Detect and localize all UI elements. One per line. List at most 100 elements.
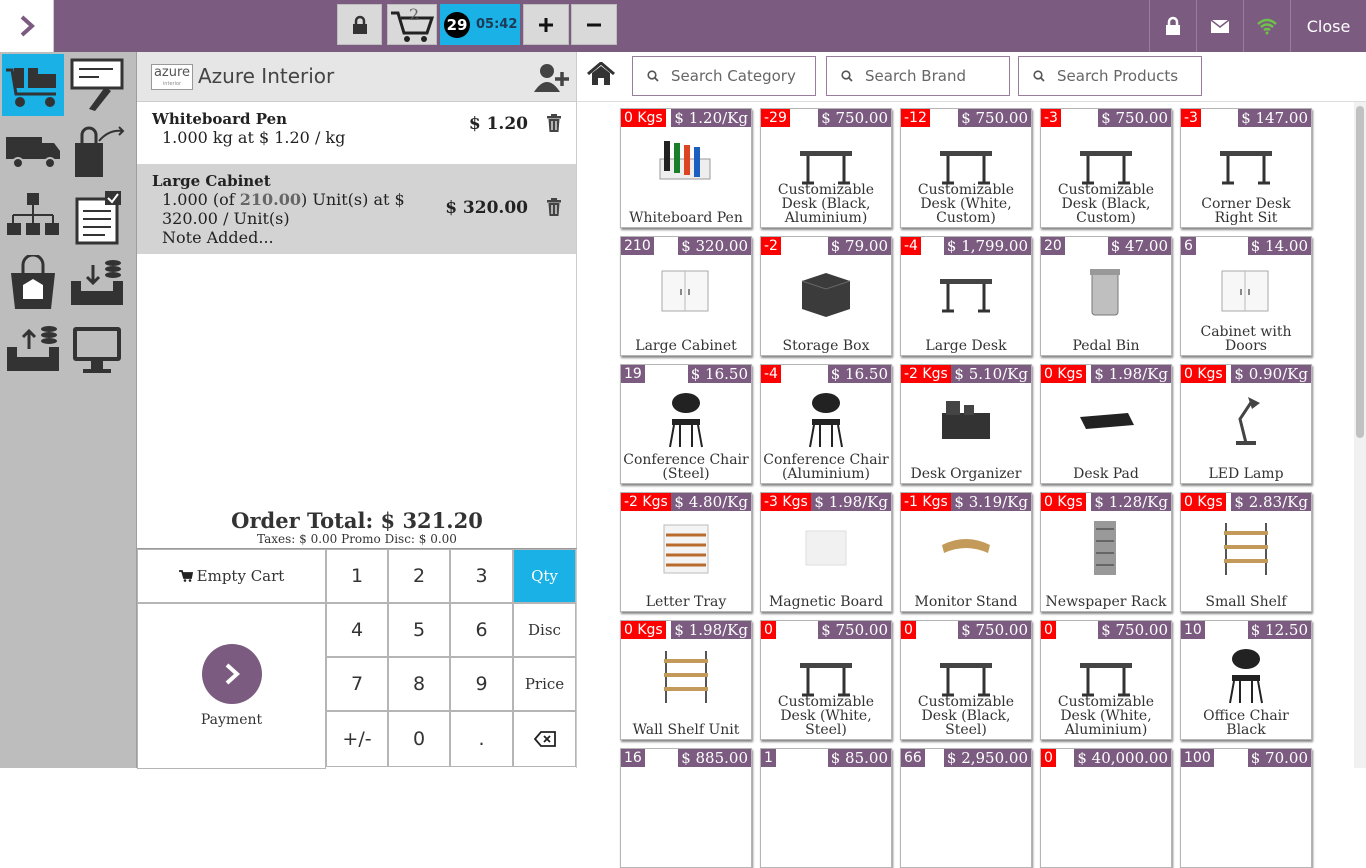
product-card[interactable]: -2 Kgs $ 4.80/Kg Letter Tray [620,492,752,612]
product-stock-badge: 0 Kgs [621,621,666,639]
menu-notes[interactable] [66,54,128,116]
product-card[interactable]: 0 $ 750.00 Customizable Desk (White, Steel… [760,620,892,740]
product-stock-badge: 0 [1041,621,1056,639]
product-card[interactable]: 0 Kgs $ 1.98/Kg Desk Pad [1040,364,1172,484]
product-card[interactable]: -3 Kgs $ 1.98/Kg Magnetic Board [760,492,892,612]
lock-screen-button[interactable] [337,4,382,45]
close-button[interactable]: Close [1290,0,1366,52]
product-card[interactable]: 210 $ 320.00 Large Cabinet [620,236,752,356]
product-card[interactable]: 0 Kgs $ 1.98/Kg Wall Shelf Unit [620,620,752,740]
numpad-key-7[interactable]: 7 [326,657,388,711]
product-stock-badge: 0 Kgs [1181,365,1226,383]
product-card[interactable]: 0 Kgs $ 1.20/Kg Whiteboard Pen [620,108,752,228]
menu-checklist[interactable] [66,186,128,248]
product-stock-badge: -2 Kgs [621,493,671,511]
lock-button[interactable] [1149,0,1196,52]
product-name: Large Desk [925,338,1007,354]
shelf-image [621,643,751,709]
product-stock-badge: 19 [621,365,645,383]
product-card[interactable]: 0 $ 750.00 Customizable Desk (White, Alumi… [1040,620,1172,740]
menu-cash-out[interactable] [2,318,64,380]
product-price-tag: $ 750.00 [1098,109,1171,127]
numpad-key-1[interactable]: 1 [326,549,388,603]
menu-bag-return[interactable] [66,120,128,182]
messages-button[interactable] [1196,0,1243,52]
product-card[interactable]: 16 $ 885.00 [620,748,752,868]
order-line[interactable]: Whiteboard Pen 1.000 kg at $ 1.20 / kg $… [137,102,576,164]
product-card[interactable]: 0 Kgs $ 2.83/Kg Small Shelf [1180,492,1312,612]
payment-button[interactable]: Payment [137,603,326,769]
menu-shopping-bag[interactable] [2,252,64,314]
numpad-key-2[interactable]: 2 [388,549,450,603]
product-price-tag: $ 3.19/Kg [951,493,1031,511]
cabinet-image [1181,259,1311,325]
delete-line-button[interactable] [546,198,562,220]
delete-order-button[interactable] [571,4,617,45]
backspace-button[interactable] [513,711,576,767]
product-card[interactable]: -12 $ 750.00 Customizable Desk (White, Cus… [900,108,1032,228]
product-name: Customizable Desk (White, Custom) [917,182,1015,226]
product-price-tag: $ 1.20/Kg [671,109,751,127]
product-card[interactable]: -1 Kgs $ 3.19/Kg Monitor Stand [900,492,1032,612]
toggle-sidebar-button[interactable] [0,0,54,52]
product-scrollbar[interactable] [1354,102,1366,768]
cabinet-image [621,259,751,325]
product-card[interactable]: 0 Kgs $ 0.90/Kg LED Lamp [1180,364,1312,484]
menu-cash-in[interactable] [66,252,128,314]
product-card[interactable]: 1 $ 85.00 [760,748,892,868]
add-customer-button[interactable] [534,62,570,96]
cash-in-icon [71,260,123,305]
product-card[interactable]: 0 Kgs $ 1.28/Kg Newspaper Rack [1040,492,1172,612]
product-card[interactable]: -3 $ 147.00 Corner Desk Right Sit [1180,108,1312,228]
product-card[interactable]: -29 $ 750.00 Customizable Desk (Black, Alu… [760,108,892,228]
product-stock-badge: 0 Kgs [1181,493,1226,511]
cart-button[interactable]: 2 [387,4,437,45]
product-price-tag: $ 5.10/Kg [951,365,1031,383]
search-category-input[interactable]: Search Category [632,56,816,96]
product-card[interactable]: 0 $ 750.00 Customizable Desk (Black, Steel… [900,620,1032,740]
customer-name[interactable]: Azure Interior [198,64,334,88]
new-order-button[interactable] [523,4,569,45]
product-card[interactable]: -3 $ 750.00 Customizable Desk (Black, Cust… [1040,108,1172,228]
home-category-button[interactable] [587,61,615,90]
product-price-tag: $ 320.00 [678,237,751,255]
numpad: Empty Cart Payment 1 2 3 Qty 4 5 6 Disc … [137,548,577,769]
numpad-key-3[interactable]: 3 [450,549,513,603]
mode-qty-button[interactable]: Qty [513,549,576,603]
menu-hierarchy[interactable] [2,186,64,248]
chair-image [761,387,891,453]
numpad-key-4[interactable]: 4 [326,603,388,657]
numpad-key-9[interactable]: 9 [450,657,513,711]
product-name: LED Lamp [1208,466,1284,482]
product-card[interactable]: 20 $ 47.00 Pedal Bin [1040,236,1172,356]
numpad-key-6[interactable]: 6 [450,603,513,657]
product-card[interactable]: 100 $ 70.00 [1180,748,1312,868]
empty-cart-button[interactable]: Empty Cart [137,549,326,603]
product-card[interactable]: -4 $ 16.50 Conference Chair (Aluminium) [760,364,892,484]
product-card[interactable]: 10 $ 12.50 Office Chair Black [1180,620,1312,740]
product-card[interactable]: -2 Kgs $ 5.10/Kg Desk Organizer [900,364,1032,484]
product-card[interactable]: 66 $ 2,950.00 [900,748,1032,868]
connection-status[interactable] [1243,0,1290,52]
product-card[interactable]: -2 $ 79.00 Storage Box [760,236,892,356]
numpad-key-dot[interactable]: . [450,711,513,767]
search-brand-input[interactable]: Search Brand [826,56,1010,96]
menu-display[interactable] [66,318,128,380]
search-products-input[interactable]: Search Products [1018,56,1202,96]
mode-disc-button[interactable]: Disc [513,603,576,657]
current-order-button[interactable]: 29 05:42 [440,4,520,45]
numpad-key-plus-minus[interactable]: +/- [326,711,388,767]
order-line-selected[interactable]: Large Cabinet 1.000 (of 210.00) Unit(s) … [137,164,576,254]
numpad-key-5[interactable]: 5 [388,603,450,657]
product-card[interactable]: 19 $ 16.50 Conference Chair (Steel) [620,364,752,484]
product-card[interactable]: 6 $ 14.00 Cabinet with Doors [1180,236,1312,356]
menu-pos-cart[interactable] [2,54,64,116]
product-card[interactable]: -4 $ 1,799.00 Large Desk [900,236,1032,356]
product-card[interactable]: 0 $ 40,000.00 [1040,748,1172,868]
numpad-key-8[interactable]: 8 [388,657,450,711]
mode-price-button[interactable]: Price [513,657,576,711]
numpad-key-0[interactable]: 0 [388,711,450,767]
delete-line-button[interactable] [546,114,562,136]
scroll-thumb[interactable] [1356,106,1364,438]
menu-delivery[interactable] [2,120,64,182]
